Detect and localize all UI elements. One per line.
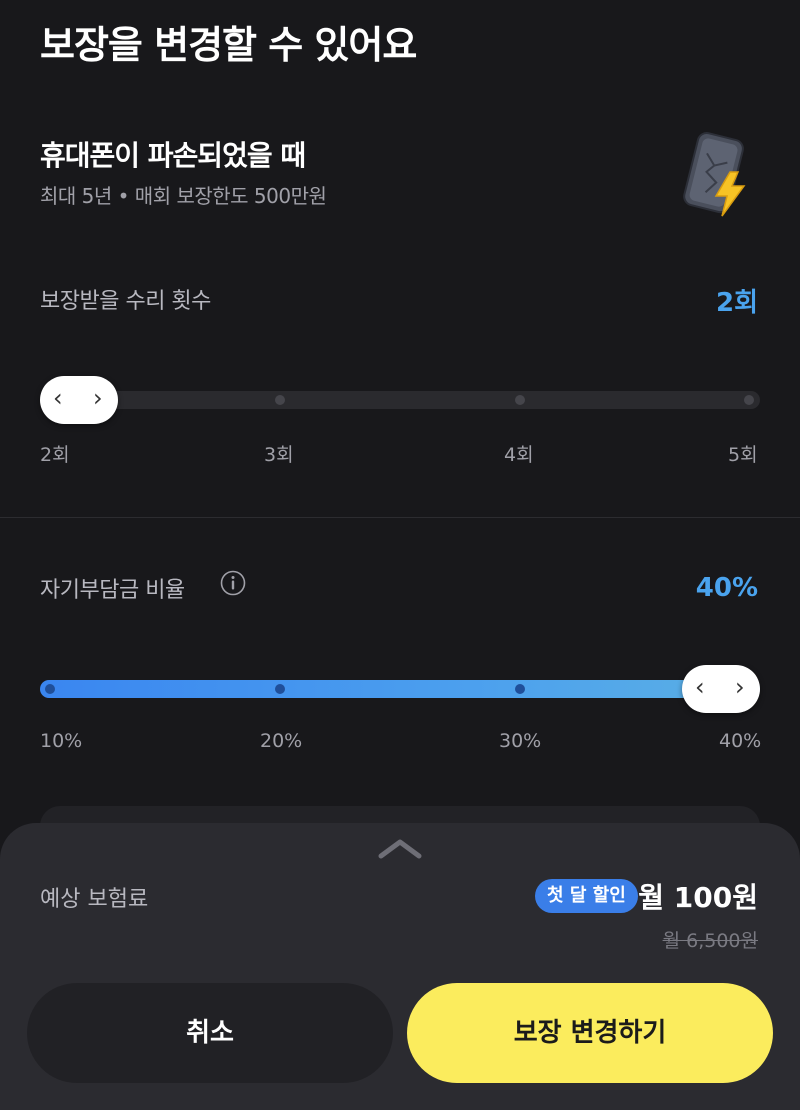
repair-count-handle[interactable]: ‹ › (40, 376, 118, 424)
deductible-tick-label: 20% (260, 730, 303, 752)
deductible-tick-label: 30% (499, 730, 542, 752)
cancel-button[interactable]: 취소 (27, 983, 393, 1083)
tick-dot (275, 684, 285, 694)
change-coverage-button[interactable]: 보장 변경하기 (407, 983, 773, 1083)
repair-tick-label: 5회 (728, 444, 758, 466)
tick-dot (515, 395, 525, 405)
repair-tick-label: 2회 (40, 444, 70, 466)
coverage-name: 휴대폰이 파손되었을 때 (40, 139, 306, 172)
first-month-discount-badge: 첫 달 할인 (535, 879, 638, 913)
chevron-right-icon: › (735, 673, 745, 701)
section-divider (0, 517, 800, 518)
repair-tick-label: 4회 (504, 444, 534, 466)
coverage-description: 최대 5년 • 매회 보장한도 500만원 (40, 184, 327, 208)
tick-dot (515, 684, 525, 694)
phone-damage-icon (683, 132, 746, 217)
info-icon[interactable] (220, 570, 246, 596)
deductible-ratio-handle[interactable]: ‹ › (682, 665, 760, 713)
tick-dot (744, 395, 754, 405)
chevron-up-icon[interactable] (377, 836, 423, 860)
page-title: 보장을 변경할 수 있어요 (40, 23, 417, 67)
coverage-change-screen: 보장을 변경할 수 있어요 휴대폰이 파손되었을 때 최대 5년 • 매회 보장… (0, 0, 800, 1110)
chevron-right-icon: › (93, 384, 103, 412)
monthly-premium-price: 월 100원 (638, 881, 758, 914)
estimated-premium-label: 예상 보험료 (40, 887, 149, 912)
deductible-ratio-value: 40% (695, 573, 758, 603)
tick-dot (275, 395, 285, 405)
tick-dot (45, 684, 55, 694)
repair-tick-label: 3회 (264, 444, 294, 466)
deductible-tick-label: 10% (40, 730, 83, 752)
chevron-left-icon: ‹ (53, 384, 63, 412)
original-premium-price: 월 6,500원 (662, 930, 758, 952)
deductible-tick-label: 40% (719, 730, 762, 752)
chevron-left-icon: ‹ (695, 673, 705, 701)
deductible-ratio-track[interactable] (40, 680, 760, 698)
repair-count-track[interactable] (40, 391, 760, 409)
deductible-ratio-label: 자기부담금 비율 (40, 578, 185, 603)
repair-count-label: 보장받을 수리 횟수 (40, 289, 211, 314)
repair-count-value: 2회 (715, 288, 758, 318)
